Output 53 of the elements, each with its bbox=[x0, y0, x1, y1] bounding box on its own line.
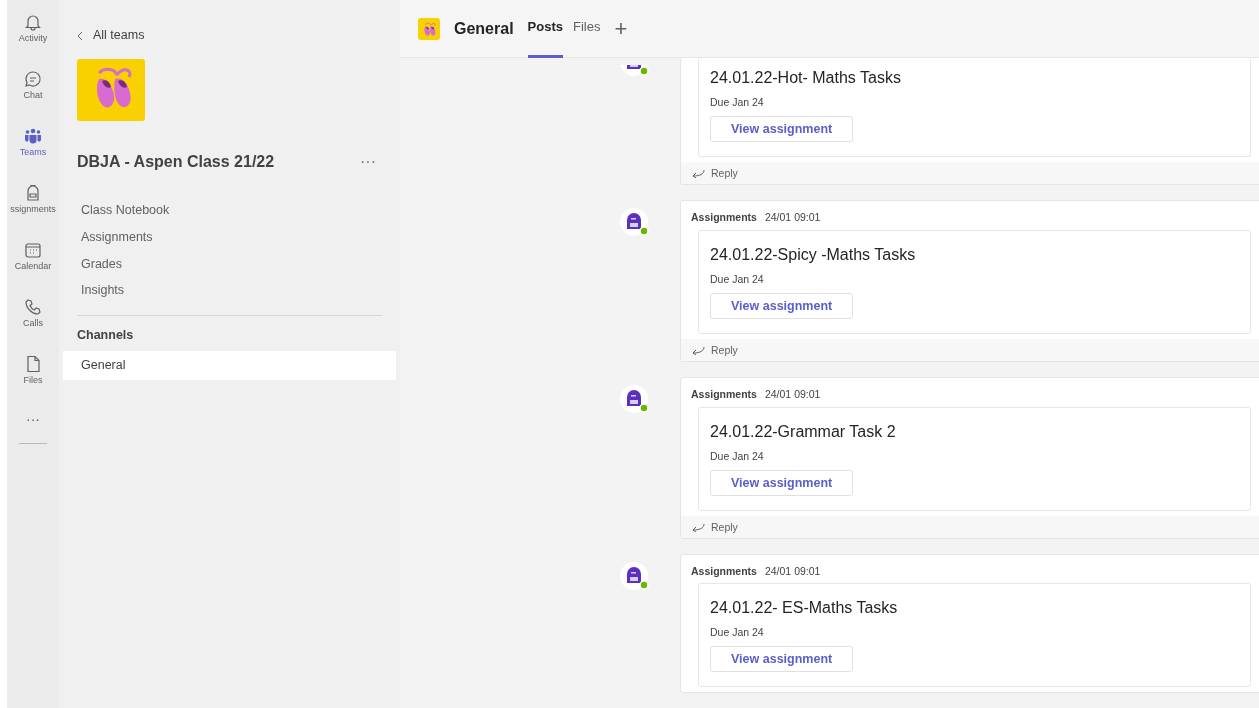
rail-item[interactable]: Calls bbox=[7, 285, 59, 342]
view-assignment-button[interactable]: View assignment bbox=[710, 116, 854, 142]
reply-button[interactable]: Reply bbox=[681, 162, 1259, 184]
post-author: Assignments bbox=[691, 210, 757, 225]
channel-name: General bbox=[454, 18, 514, 39]
more-button[interactable]: ··· bbox=[354, 149, 382, 175]
rail-item[interactable]: ssignments bbox=[7, 171, 59, 228]
assignment-title: 24.01.22-Spicy -Maths Tasks bbox=[710, 244, 917, 265]
sidebar-item[interactable]: Insights bbox=[63, 277, 143, 304]
team-name: DBJA - Aspen Class 21/22 bbox=[77, 152, 275, 172]
due-date: Due Jan 24 bbox=[710, 448, 765, 463]
assignments-avatar-icon bbox=[620, 561, 650, 591]
more-button[interactable]: ··· bbox=[7, 399, 59, 439]
phone-icon bbox=[23, 296, 43, 317]
rail-item[interactable]: Chat bbox=[7, 57, 59, 114]
rail-item[interactable]: Activity bbox=[7, 0, 59, 57]
sidebar-item[interactable]: Assignments bbox=[63, 223, 171, 251]
post-author: Assignments bbox=[691, 386, 757, 402]
channel-item[interactable]: General bbox=[63, 350, 396, 380]
view-assignment-button[interactable]: View assignment bbox=[710, 469, 854, 496]
assignment-title: 24.01.22-Grammar Task 2 bbox=[710, 421, 897, 442]
reply-icon bbox=[691, 521, 705, 532]
rail-item[interactable]: Calendar bbox=[7, 228, 59, 285]
assignments-avatar-icon bbox=[620, 208, 650, 238]
due-date: Due Jan 24 bbox=[710, 271, 765, 286]
reply-button[interactable]: Reply bbox=[681, 515, 1259, 538]
reply-button[interactable]: Reply bbox=[681, 338, 1259, 361]
rail-item[interactable]: Files bbox=[7, 342, 59, 399]
sidebar-item[interactable]: Class Notebook bbox=[63, 197, 188, 224]
view-assignment-button[interactable]: View assignment bbox=[710, 292, 854, 319]
channels-heading: Channels bbox=[76, 327, 135, 344]
view-assignment-button[interactable]: View assignment bbox=[710, 646, 854, 673]
post-author: Assignments bbox=[691, 563, 757, 579]
post-time: 24/01 09:01 bbox=[764, 386, 821, 402]
due-date: Due Jan 24 bbox=[710, 625, 765, 640]
post-time: 24/01 09:01 bbox=[764, 563, 821, 579]
post-time: 24/01 09:01 bbox=[764, 210, 821, 225]
chat-icon bbox=[23, 68, 43, 89]
sidebar-item[interactable]: Grades bbox=[63, 250, 140, 278]
rail-item[interactable]: Teams bbox=[7, 114, 59, 171]
tab[interactable]: Posts bbox=[527, 0, 563, 58]
assignments-avatar-icon bbox=[620, 384, 650, 415]
assignments-avatar-icon bbox=[620, 64, 650, 77]
tab[interactable]: Files bbox=[573, 0, 601, 58]
due-date: Due Jan 24 bbox=[710, 95, 765, 109]
team-logo bbox=[77, 59, 145, 121]
team-logo bbox=[418, 17, 440, 40]
reply-icon bbox=[691, 168, 705, 178]
assignment-title: 24.01.22- ES-Maths Tasks bbox=[710, 598, 899, 619]
add-tab-button[interactable]: + bbox=[614, 17, 628, 40]
assignment-title: 24.01.22-Hot- Maths Tasks bbox=[710, 68, 902, 88]
reply-icon bbox=[691, 344, 705, 355]
back-link[interactable]: All teams bbox=[63, 25, 151, 46]
